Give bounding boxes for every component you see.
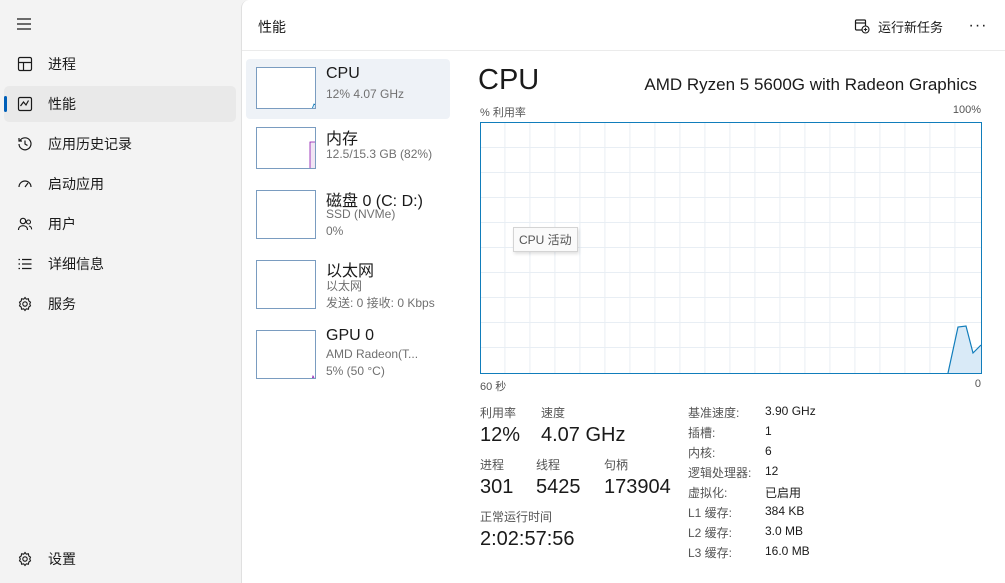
processes-icon <box>16 55 34 73</box>
cpu-thumbnail-graph <box>256 67 316 109</box>
spec-value: 16.0 MB <box>765 544 810 558</box>
sidebar-item-services[interactable]: 服务 <box>4 286 236 322</box>
stat-value: 5425 <box>536 476 581 498</box>
device-item-disk[interactable]: 磁盘 0 (C: D:) SSD (NVMe) 0% <box>246 185 450 245</box>
spec-value: 384 KB <box>765 504 805 518</box>
main-panel: 性能 运行新任务 ··· CPU 12% 4.07 GHz 内存 12.5/15… <box>241 0 1005 583</box>
device-detail: 发送: 0 接收: 0 Kbps <box>326 296 435 310</box>
spec-key: 基准速度: <box>688 406 740 420</box>
stat-label: 利用率 <box>480 406 517 420</box>
sidebar-item-label: 性能 <box>48 96 76 112</box>
startup-icon <box>16 175 34 193</box>
performance-icon <box>16 95 34 113</box>
device-name: GPU 0 <box>326 327 375 344</box>
sidebar-item-label: 详细信息 <box>48 256 104 272</box>
details-icon <box>16 255 34 273</box>
spec-value: 1 <box>765 424 772 438</box>
stat-processes: 进程 301 <box>480 456 513 499</box>
spec-value: 12 <box>765 464 779 478</box>
memory-thumbnail-graph <box>256 127 316 169</box>
spec-key: L1 缓存: <box>688 506 733 520</box>
sidebar-item-processes[interactable]: 进程 <box>4 46 236 82</box>
device-name: CPU <box>326 65 360 82</box>
device-detail: 0% <box>326 224 344 238</box>
sidebar-item-label: 设置 <box>48 551 76 567</box>
device-detail: 12.5/15.3 GB (82%) <box>326 147 433 161</box>
detail-title: CPU <box>478 64 540 96</box>
sidebar-item-performance[interactable]: 性能 <box>4 86 236 122</box>
graph-x-start-label: 60 秒 <box>480 381 507 393</box>
sidebar-item-settings[interactable]: 设置 <box>4 541 236 577</box>
stat-handles: 句柄 173904 <box>604 456 671 499</box>
history-icon <box>16 135 34 153</box>
graph-y-max-label: 100% <box>952 104 981 116</box>
sidebar-item-startup[interactable]: 启动应用 <box>4 166 236 202</box>
stat-value: 301 <box>480 476 514 498</box>
spec-key: L3 缓存: <box>688 546 733 560</box>
stat-label: 线程 <box>536 458 561 472</box>
services-icon <box>16 295 34 313</box>
device-item-gpu[interactable]: GPU 0 AMD Radeon(T... 5% (50 °C) <box>246 325 450 385</box>
sidebar: 进程 性能 应用历史记录 启动应用 用户 详细信息 服务 设置 <box>0 0 241 583</box>
sidebar-item-label: 启动应用 <box>48 176 104 192</box>
run-new-task-label: 运行新任务 <box>878 19 944 35</box>
hamburger-menu-icon[interactable] <box>14 14 34 34</box>
spec-value: 3.90 GHz <box>765 404 816 418</box>
stat-utilization: 利用率 12% <box>480 404 520 447</box>
gpu-thumbnail-graph <box>256 330 316 379</box>
device-name: 内存 <box>326 131 359 148</box>
device-item-cpu[interactable]: CPU 12% 4.07 GHz <box>246 59 450 119</box>
spec-value: 已启用 <box>765 486 802 500</box>
cpu-model-name: AMD Ryzen 5 5600G with Radeon Graphics <box>644 75 977 94</box>
sidebar-item-label: 用户 <box>48 216 76 232</box>
device-detail: 5% (50 °C) <box>326 364 385 378</box>
device-detail: AMD Radeon(T... <box>326 347 419 361</box>
more-options-button[interactable]: ··· <box>964 14 992 38</box>
graph-tooltip: CPU 活动 <box>513 227 578 252</box>
spec-key: L2 缓存: <box>688 526 733 540</box>
sidebar-item-details[interactable]: 详细信息 <box>4 246 236 282</box>
device-item-ethernet[interactable]: 以太网 以太网 发送: 0 接收: 0 Kbps <box>246 255 450 315</box>
stat-threads: 线程 5425 <box>536 456 581 499</box>
graph-x-end-label: 0 <box>974 378 981 390</box>
run-new-task-button[interactable]: 运行新任务 <box>854 13 943 39</box>
sidebar-item-label: 服务 <box>48 296 76 312</box>
ethernet-thumbnail-graph <box>256 260 316 309</box>
page-title: 性能 <box>258 19 286 35</box>
stat-value: 2:02:57:56 <box>480 528 575 550</box>
stat-label: 进程 <box>480 458 505 472</box>
spec-key: 逻辑处理器: <box>688 466 752 480</box>
spec-key: 内核: <box>688 446 716 460</box>
users-icon <box>16 215 34 233</box>
sidebar-item-app-history[interactable]: 应用历史记录 <box>4 126 236 162</box>
stat-uptime: 正常运行时间 2:02:57:56 <box>480 508 575 551</box>
spec-key: 虚拟化: <box>688 486 728 500</box>
stat-label: 正常运行时间 <box>480 510 553 524</box>
disk-thumbnail-graph <box>256 190 316 239</box>
device-detail: 12% 4.07 GHz <box>326 87 405 101</box>
sidebar-item-label: 进程 <box>48 56 76 72</box>
stat-label: 速度 <box>541 406 566 420</box>
sidebar-item-users[interactable]: 用户 <box>4 206 236 242</box>
stat-label: 句柄 <box>604 458 629 472</box>
device-detail: SSD (NVMe) <box>326 207 396 221</box>
device-detail: 以太网 <box>326 279 363 293</box>
spec-key: 插槽: <box>688 426 716 440</box>
sidebar-item-label: 应用历史记录 <box>48 136 132 152</box>
new-task-icon <box>854 19 870 34</box>
settings-gear-icon <box>16 550 34 568</box>
device-item-memory[interactable]: 内存 12.5/15.3 GB (82%) <box>246 119 450 179</box>
stat-value: 173904 <box>604 476 671 498</box>
spec-value: 6 <box>765 444 772 458</box>
graph-y-label: % 利用率 <box>480 107 526 119</box>
stat-speed: 速度 4.07 GHz <box>541 404 625 447</box>
spec-value: 3.0 MB <box>765 524 804 538</box>
header: 性能 运行新任务 ··· <box>242 0 1005 51</box>
stat-value: 4.07 GHz <box>541 424 626 446</box>
stat-value: 12% <box>480 424 521 446</box>
